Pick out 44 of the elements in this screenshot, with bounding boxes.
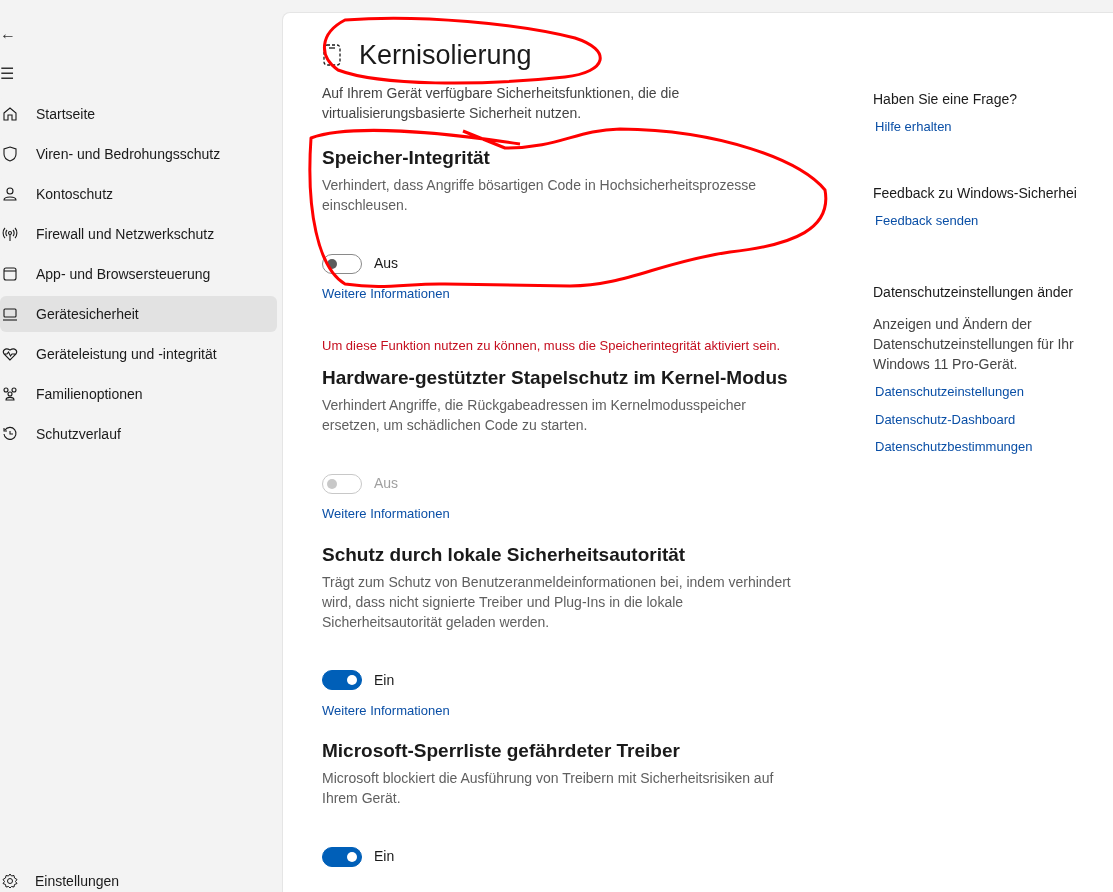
toggle-switch[interactable]: [322, 253, 362, 274]
core-isolation-icon: [322, 43, 342, 67]
settings-item[interactable]: Einstellungen: [2, 870, 120, 892]
section-description: Trägt zum Schutz von Benutzeranmeldeinformationen bei, indem verhindert wird, dass nicht signierte Treiber und Plug-Ins in die lokale Sicherheitsautorität geladen werden.: [322, 572, 792, 632]
panel-heading: Datenschutzeinstellungen änder: [873, 283, 1075, 302]
toggle-switch[interactable]: [322, 846, 362, 867]
panel-link[interactable]: Feedback senden: [875, 210, 979, 230]
page-title: Kernisolierung: [359, 39, 532, 72]
section-title: Hardware-gestützter Stapelschutz im Kernel-Modus: [322, 366, 789, 390]
section-description: Microsoft blockiert die Ausführung von Treibern mit Sicherheitsrisiken auf Ihrem Gerät.: [322, 769, 775, 808]
panel-heading: Feedback zu Windows-Sicherhei: [873, 183, 1078, 203]
people-icon: [1, 385, 19, 403]
settings-icon: [2, 873, 18, 889]
toggle-label: Ein: [374, 847, 395, 866]
person-icon: [1, 185, 19, 203]
section-title: Microsoft-Sperrliste gefährdeter Treiber: [322, 739, 681, 763]
warning-text: Um diese Funktion nutzen zu können, muss die Speicherintegrität aktiviert sein.: [322, 336, 782, 355]
antenna-icon: [1, 225, 19, 243]
menu-button[interactable]: ☰: [0, 62, 24, 86]
toggle-label: Aus: [374, 474, 399, 493]
page-description: Auf Ihrem Gerät verfügbare Sicherheitsfunktionen, die die virtualisierungsbasierte Sicherheit nutzen.: [322, 84, 681, 123]
panel-description: Anzeigen und Ändern der Datenschutzeinstellungen für Ihr Windows 11 Pro-Gerät.: [873, 315, 1075, 374]
laptop-icon: [1, 305, 19, 323]
back-button[interactable]: ←: [0, 22, 24, 46]
toggle-label: Ein: [374, 670, 395, 690]
section-title: Schutz durch lokale Sicherheitsautorität: [322, 542, 687, 567]
panel-link[interactable]: Datenschutzbestimmungen: [875, 437, 1033, 457]
panel-link[interactable]: Datenschutzeinstellungen: [875, 382, 1024, 402]
more-info-link[interactable]: Weitere Informationen: [322, 284, 450, 304]
section-description: Verhindert, dass Angriffe bösartigen Code in Hochsicherheitsprozesse einschleusen.: [322, 176, 757, 215]
more-info-link[interactable]: Weitere Informationen: [322, 700, 450, 720]
section-title: Speicher-Integrität: [322, 146, 491, 170]
history-icon: [1, 425, 19, 443]
sidebar-item[interactable]: Gerätesicherheit: [0, 296, 277, 332]
heart-pulse-icon: [1, 345, 19, 363]
section-description: Verhindert Angriffe, die Rückgabeadressen im Kernelmodusspeicher ersetzen, um schädlichen Code zu starten.: [322, 396, 747, 435]
shield-icon: [1, 145, 19, 163]
toggle-switch[interactable]: [322, 670, 362, 690]
toggle-label: Aus: [374, 254, 399, 273]
panel-link[interactable]: Datenschutz-Dashboard: [875, 409, 1016, 429]
panel-link[interactable]: Hilfe erhalten: [875, 117, 952, 137]
panel-heading: Haben Sie eine Frage?: [873, 90, 1018, 109]
home-icon: [1, 105, 19, 123]
window-icon: [1, 265, 19, 283]
